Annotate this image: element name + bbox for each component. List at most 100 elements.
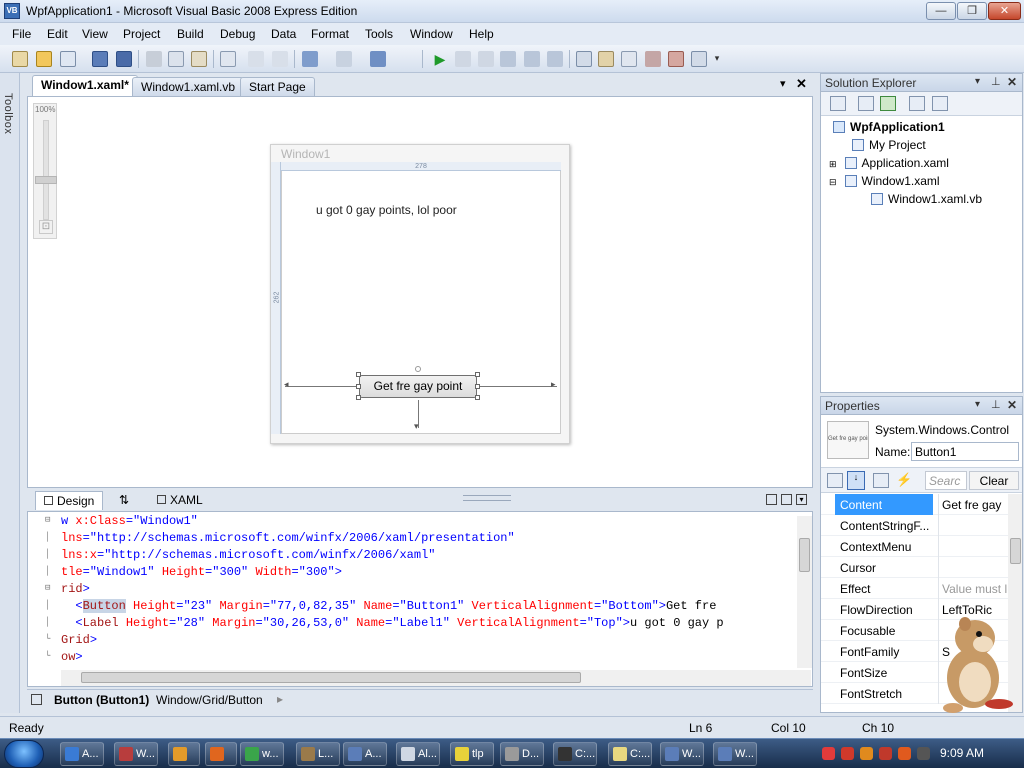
swap-panes-button[interactable]: ⇅ bbox=[111, 491, 137, 510]
scroll-thumb[interactable] bbox=[799, 538, 810, 572]
copy-icon[interactable] bbox=[168, 51, 184, 67]
outline-marker[interactable]: └ bbox=[45, 634, 50, 644]
taskbar-button[interactable]: A... bbox=[60, 742, 104, 766]
code-line[interactable]: lns:x="http://schemas.microsoft.com/winf… bbox=[61, 547, 435, 564]
panel-dropdown-icon[interactable]: ▾ bbox=[975, 76, 980, 87]
horizontal-split-icon[interactable] bbox=[781, 494, 792, 505]
resize-handle[interactable] bbox=[356, 395, 361, 400]
clear-search-button[interactable]: Clear bbox=[969, 471, 1019, 490]
tree-item-my-project[interactable]: My Project bbox=[852, 138, 926, 152]
menu-project[interactable]: Project bbox=[123, 27, 160, 41]
close-button[interactable]: ✕ bbox=[988, 2, 1021, 20]
property-row[interactable]: Effect Value must l bbox=[821, 578, 1022, 599]
scroll-thumb[interactable] bbox=[1010, 538, 1021, 564]
panel-close-icon[interactable]: ✕ bbox=[1007, 75, 1017, 89]
panel-dropdown-icon[interactable]: ▾ bbox=[975, 399, 980, 410]
taskbar-button[interactable]: A... bbox=[343, 742, 387, 766]
menu-format[interactable]: Format bbox=[311, 27, 349, 41]
object-browser-icon[interactable] bbox=[621, 51, 637, 67]
code-line[interactable]: tle="Window1" Height="300" Width="300"> bbox=[61, 564, 342, 581]
grid-ruler-left[interactable]: 262 bbox=[271, 162, 281, 434]
antivirus-tray-icon[interactable] bbox=[822, 747, 835, 760]
save-icon[interactable] bbox=[92, 51, 108, 67]
zoom-slider[interactable]: 100% ⊡ bbox=[33, 103, 57, 239]
xaml-vertical-scrollbar[interactable] bbox=[797, 516, 812, 668]
search-tray-icon[interactable] bbox=[860, 747, 873, 760]
wpf-designer-surface[interactable]: 100% ⊡ Window1 278 262 u got 0 gay point… bbox=[27, 96, 813, 488]
label1-control[interactable]: u got 0 gay points, lol poor bbox=[316, 203, 457, 217]
add-item-icon[interactable] bbox=[60, 51, 76, 67]
start-page-icon[interactable] bbox=[668, 51, 684, 67]
pin-icon[interactable]: ⊥ bbox=[991, 398, 1001, 411]
outline-marker[interactable]: │ bbox=[45, 600, 50, 610]
name-field[interactable]: Button1 bbox=[911, 442, 1019, 461]
vertical-split-icon[interactable] bbox=[766, 494, 777, 505]
new-project-icon[interactable] bbox=[12, 51, 28, 67]
comment-icon[interactable] bbox=[248, 51, 264, 67]
property-value[interactable] bbox=[938, 557, 1008, 578]
code-line[interactable]: ow> bbox=[61, 649, 83, 666]
taskbar-button[interactable]: Al... bbox=[396, 742, 440, 766]
find-icon[interactable] bbox=[220, 51, 236, 67]
menu-data[interactable]: Data bbox=[271, 27, 296, 41]
scroll-thumb[interactable] bbox=[81, 672, 581, 683]
menu-file[interactable]: File bbox=[12, 27, 31, 41]
view-code-icon[interactable] bbox=[909, 96, 925, 111]
xaml-editor[interactable]: ⊟ │ │ │ ⊟ │ │ └ └ w x:Class="Window1" lns="http:/… bbox=[27, 511, 813, 687]
toolbar-options-icon[interactable]: ▾ bbox=[712, 51, 722, 67]
open-file-icon[interactable] bbox=[36, 51, 52, 67]
properties-icon[interactable] bbox=[830, 96, 846, 111]
categorized-icon[interactable] bbox=[827, 473, 843, 488]
tree-item-window1-xaml[interactable]: ⊟ Window1.xaml bbox=[829, 174, 940, 188]
start-button[interactable] bbox=[4, 740, 44, 768]
close-document-icon[interactable]: ✕ bbox=[796, 76, 807, 92]
outline-marker[interactable]: │ bbox=[45, 532, 50, 542]
menu-view[interactable]: View bbox=[82, 27, 108, 41]
flag-tray-icon[interactable] bbox=[879, 747, 892, 760]
tab-window1-xaml-vb[interactable]: Window1.xaml.vb bbox=[132, 77, 245, 96]
zoom-track[interactable] bbox=[43, 120, 49, 220]
undo-icon[interactable] bbox=[302, 51, 318, 67]
zoom-to-fit-icon[interactable]: ⊡ bbox=[39, 220, 53, 234]
volume-tray-icon[interactable] bbox=[917, 747, 930, 760]
taskbar-button[interactable] bbox=[168, 742, 200, 766]
taskbar-button[interactable]: W... bbox=[660, 742, 704, 766]
resize-handle[interactable] bbox=[356, 384, 361, 389]
wpf-window-preview[interactable]: Window1 278 262 u got 0 gay points, lol … bbox=[270, 144, 570, 444]
collapse-pane-icon[interactable]: ▾ bbox=[796, 494, 807, 505]
taskbar-button[interactable]: L... bbox=[296, 742, 340, 766]
events-icon[interactable]: ⚡ bbox=[896, 472, 912, 488]
property-row[interactable]: ContentStringF... bbox=[821, 515, 1022, 536]
navigate-icon[interactable] bbox=[370, 51, 386, 67]
menu-help[interactable]: Help bbox=[469, 27, 494, 41]
toolbox-icon[interactable] bbox=[645, 51, 661, 67]
paste-icon[interactable] bbox=[191, 51, 207, 67]
refresh-icon[interactable] bbox=[880, 96, 896, 111]
tab-dropdown-icon[interactable]: ▾ bbox=[780, 77, 786, 90]
taskbar-button[interactable]: W... bbox=[114, 742, 158, 766]
stop-icon[interactable] bbox=[478, 51, 494, 67]
taskbar-button[interactable]: D... bbox=[500, 742, 544, 766]
code-line[interactable]: lns="http://schemas.microsoft.com/winfx/… bbox=[61, 530, 515, 547]
rotate-handle[interactable] bbox=[415, 366, 421, 372]
tab-start-page[interactable]: Start Page bbox=[240, 77, 315, 96]
grid-ruler-top[interactable]: 278 bbox=[281, 162, 561, 171]
expand-icon[interactable]: ⊞ bbox=[829, 159, 837, 169]
properties-window-icon[interactable] bbox=[598, 51, 614, 67]
outline-marker[interactable]: ⊟ bbox=[45, 515, 50, 525]
start-debugging-icon[interactable]: ▶ bbox=[432, 51, 448, 67]
code-line[interactable]: <Button Height="23" Margin="77,0,82,35" … bbox=[61, 598, 716, 615]
network-tray-icon[interactable] bbox=[898, 747, 911, 760]
system-clock[interactable]: 9:09 AM bbox=[940, 746, 984, 760]
tree-item-project[interactable]: WpfApplication1 bbox=[833, 120, 945, 134]
properties-tab-icon[interactable] bbox=[873, 473, 889, 488]
tab-xaml-view[interactable]: XAML bbox=[149, 491, 211, 510]
tree-item-application-xaml[interactable]: ⊞ Application.xaml bbox=[829, 156, 949, 170]
step-over-icon[interactable] bbox=[524, 51, 540, 67]
menu-debug[interactable]: Debug bbox=[220, 27, 255, 41]
outline-marker[interactable]: ⊟ bbox=[45, 583, 50, 593]
resize-handle[interactable] bbox=[475, 372, 480, 377]
taskbar-button[interactable]: C:... bbox=[553, 742, 597, 766]
zoom-thumb[interactable] bbox=[35, 176, 57, 184]
solution-explorer-icon[interactable] bbox=[576, 51, 592, 67]
